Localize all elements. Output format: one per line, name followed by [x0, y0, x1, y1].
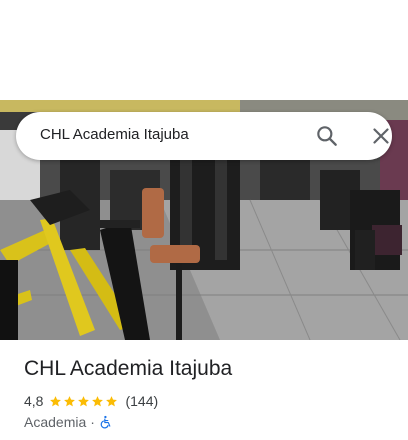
- rating-value: 4,8: [24, 393, 44, 409]
- place-category: Academia: [24, 414, 87, 430]
- place-title: CHL Academia Itajuba: [24, 357, 233, 380]
- star-icon: [50, 395, 62, 406]
- star-icon: [92, 395, 104, 406]
- star-icon: [106, 395, 118, 406]
- star-icon: [64, 395, 76, 406]
- rating-row[interactable]: 4,8 (144): [24, 392, 158, 410]
- search-bar[interactable]: CHL Academia Itajuba: [16, 112, 392, 160]
- separator-dot: ·: [90, 414, 95, 430]
- search-input[interactable]: CHL Academia Itajuba: [40, 126, 189, 143]
- category-row: Academia ·: [24, 413, 113, 431]
- review-count[interactable]: (144): [125, 393, 158, 409]
- search-icon[interactable]: [314, 123, 340, 149]
- star-rating: [49, 395, 119, 408]
- top-blank-area: [0, 0, 408, 100]
- close-icon[interactable]: [368, 123, 394, 149]
- wheelchair-accessible-icon: [100, 415, 111, 429]
- star-icon: [78, 395, 90, 406]
